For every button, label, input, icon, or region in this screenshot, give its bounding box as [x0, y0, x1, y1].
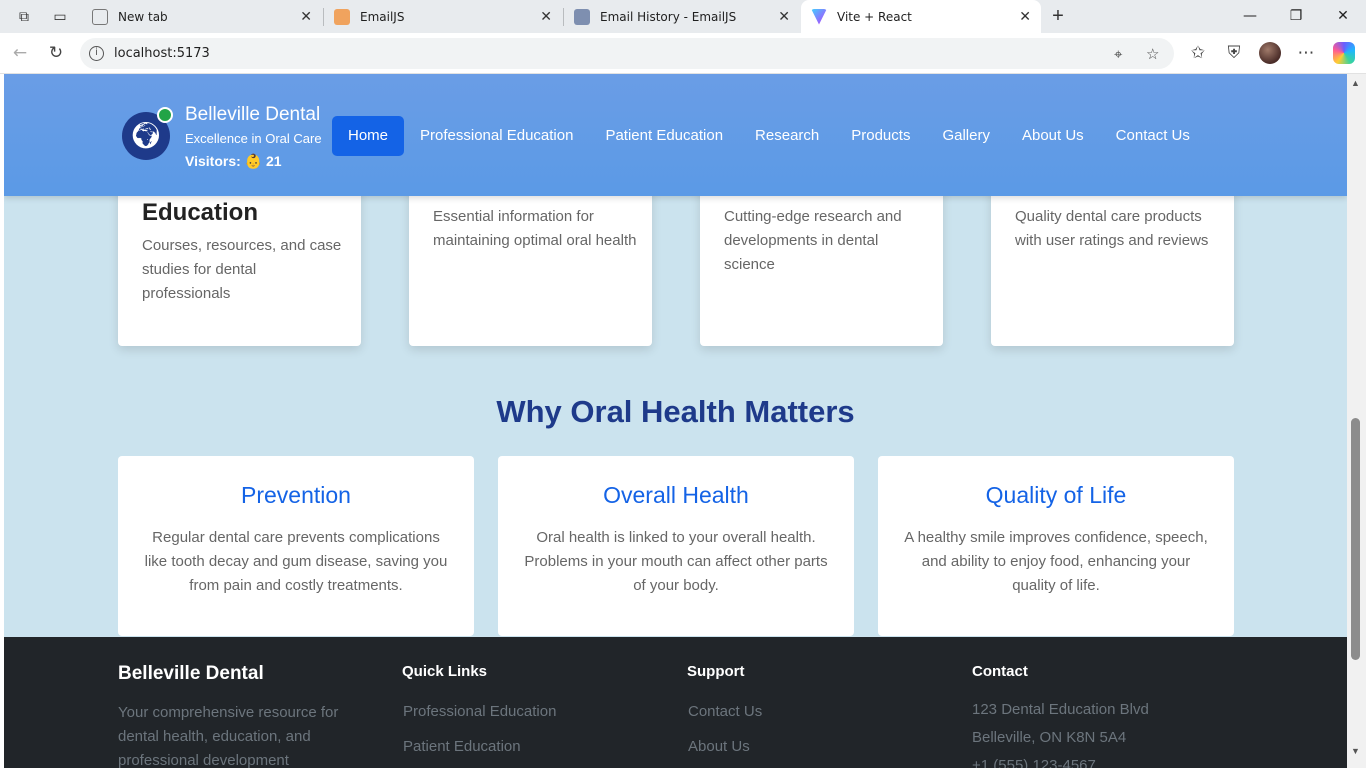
footer-brand-description: Your comprehensive resource for dental h…	[118, 704, 339, 768]
workspaces-icon[interactable]: ⧉	[15, 7, 33, 25]
page-scrollbar[interactable]: ▲ ▼	[1347, 74, 1366, 768]
footer-link-patient-education[interactable]: Patient Education	[403, 738, 521, 755]
footer-brand: Belleville Dental	[118, 663, 264, 684]
tab-actions-icon[interactable]: ▭	[51, 7, 69, 25]
browser-essentials-icon[interactable]: ⛨	[1224, 43, 1244, 63]
feature-card[interactable]: Essential information for maintaining op…	[409, 174, 652, 346]
info-card-title: Quality of Life	[985, 482, 1127, 508]
visitor-counter: Visitors: 👶 21	[185, 153, 282, 169]
tab-title: New tab	[118, 9, 168, 24]
close-tab-icon[interactable]: ✕	[300, 9, 312, 25]
nav-patient-education[interactable]: Patient Education	[589, 116, 739, 156]
new-tab-favicon-icon	[92, 8, 108, 25]
feature-card-description: Courses, resources, and case studies for…	[142, 237, 342, 302]
site-header: 🌍︎ Belleville Dental Excellence in Oral …	[4, 74, 1347, 196]
brand-name[interactable]: Belleville Dental	[185, 104, 320, 126]
vite-favicon-icon	[811, 8, 827, 25]
online-status-dot	[157, 107, 173, 123]
browser-tab-bar: ⧉ ▭ New tab ✕ EmailJS ✕ Email History - …	[0, 0, 1366, 33]
location-icon[interactable]: ⌖	[1114, 45, 1122, 63]
more-options-icon[interactable]: ⋯	[1296, 43, 1316, 63]
footer-link-professional-education[interactable]: Professional Education	[403, 703, 556, 720]
url-text: localhost:5173	[114, 46, 210, 61]
feature-card-description: Quality dental care products with user r…	[1015, 208, 1209, 249]
tab-emailjs[interactable]: EmailJS ✕	[324, 0, 562, 33]
address-bar-row: ← ↻ i localhost:5173 ⌖ ☆ ✩ ⛨ ⋯	[0, 33, 1366, 74]
emailjs-favicon-icon	[334, 8, 350, 25]
page-viewport: Education Courses, resources, and case s…	[4, 74, 1347, 768]
close-window-icon[interactable]: ✕	[1333, 6, 1353, 26]
scroll-up-arrow-icon[interactable]: ▲	[1351, 78, 1360, 88]
feature-card-description: Cutting-edge research and developments i…	[724, 208, 902, 273]
footer-phone: +1 (555) 123-4567	[972, 757, 1096, 768]
info-card-quality-of-life: Quality of Life A healthy smile improves…	[878, 456, 1234, 636]
minimize-icon[interactable]: —	[1240, 6, 1260, 26]
scroll-down-arrow-icon[interactable]: ▼	[1351, 746, 1360, 756]
feature-card-title: Education	[142, 199, 259, 226]
footer-contact-heading: Contact	[972, 663, 1028, 680]
info-card-description: Regular dental care prevents complicatio…	[144, 529, 448, 594]
nav-professional-education[interactable]: Professional Education	[404, 116, 589, 156]
nav-research[interactable]: Research	[739, 116, 835, 156]
footer-link-about-us[interactable]: About Us	[688, 738, 750, 755]
brand-tagline: Excellence in Oral Care	[185, 131, 322, 146]
emailjs-favicon-icon	[574, 8, 590, 25]
nav-about-us[interactable]: About Us	[1006, 116, 1100, 156]
footer-link-contact-us[interactable]: Contact Us	[688, 703, 762, 720]
nav-home[interactable]: Home	[332, 116, 405, 156]
site-footer: Belleville Dental Your comprehensive res…	[4, 637, 1347, 768]
feature-card[interactable]: Cutting-edge research and developments i…	[700, 174, 943, 346]
tab-title: EmailJS	[360, 9, 405, 24]
profile-avatar[interactable]	[1259, 42, 1281, 64]
feature-card[interactable]: Quality dental care products with user r…	[991, 174, 1234, 346]
nav-contact-us[interactable]: Contact Us	[1100, 116, 1206, 156]
close-tab-icon[interactable]: ✕	[540, 9, 552, 25]
info-card-title: Overall Health	[603, 482, 749, 508]
new-tab-plus-icon[interactable]: +	[1049, 6, 1067, 26]
back-icon[interactable]: ←	[10, 43, 30, 63]
feature-card-description: Essential information for maintaining op…	[433, 208, 637, 249]
tab-new-tab[interactable]: New tab ✕	[82, 0, 322, 33]
site-info-icon[interactable]: i	[89, 46, 104, 61]
footer-address-line: Belleville, ON K8N 5A4	[972, 729, 1127, 746]
refresh-icon[interactable]: ↻	[46, 43, 66, 63]
info-card-description: Oral health is linked to your overall he…	[524, 529, 828, 594]
favorite-star-icon[interactable]: ☆	[1146, 45, 1159, 63]
nav-products[interactable]: Products	[835, 116, 926, 156]
info-card-prevention: Prevention Regular dental care prevents …	[118, 456, 474, 636]
footer-quick-links-heading: Quick Links	[402, 663, 488, 680]
close-tab-icon[interactable]: ✕	[778, 9, 790, 25]
tab-title: Email History - EmailJS	[600, 9, 737, 24]
restore-icon[interactable]: ❐	[1286, 6, 1306, 26]
footer-address-line: 123 Dental Education Blvd	[972, 701, 1149, 718]
address-input[interactable]: i localhost:5173 ⌖ ☆	[80, 38, 1174, 69]
copilot-icon[interactable]	[1333, 42, 1355, 64]
nav-gallery[interactable]: Gallery	[926, 116, 1006, 156]
scrollbar-thumb[interactable]	[1351, 418, 1360, 660]
info-card-title: Prevention	[241, 482, 351, 508]
tab-vite-react[interactable]: Vite + React ✕	[801, 0, 1041, 33]
info-card-overall-health: Overall Health Oral health is linked to …	[498, 456, 854, 636]
close-tab-icon[interactable]: ✕	[1019, 9, 1031, 25]
footer-support-heading: Support	[687, 663, 745, 680]
tab-email-history[interactable]: Email History - EmailJS ✕	[564, 0, 800, 33]
feature-card[interactable]: Education Courses, resources, and case s…	[118, 174, 361, 346]
favorites-icon[interactable]: ✩	[1188, 43, 1208, 63]
main-nav: Home Professional Education Patient Educ…	[332, 116, 1206, 156]
tab-title: Vite + React	[837, 9, 912, 24]
section-title: Why Oral Health Matters	[496, 394, 855, 429]
info-card-description: A healthy smile improves confidence, spe…	[904, 529, 1208, 594]
